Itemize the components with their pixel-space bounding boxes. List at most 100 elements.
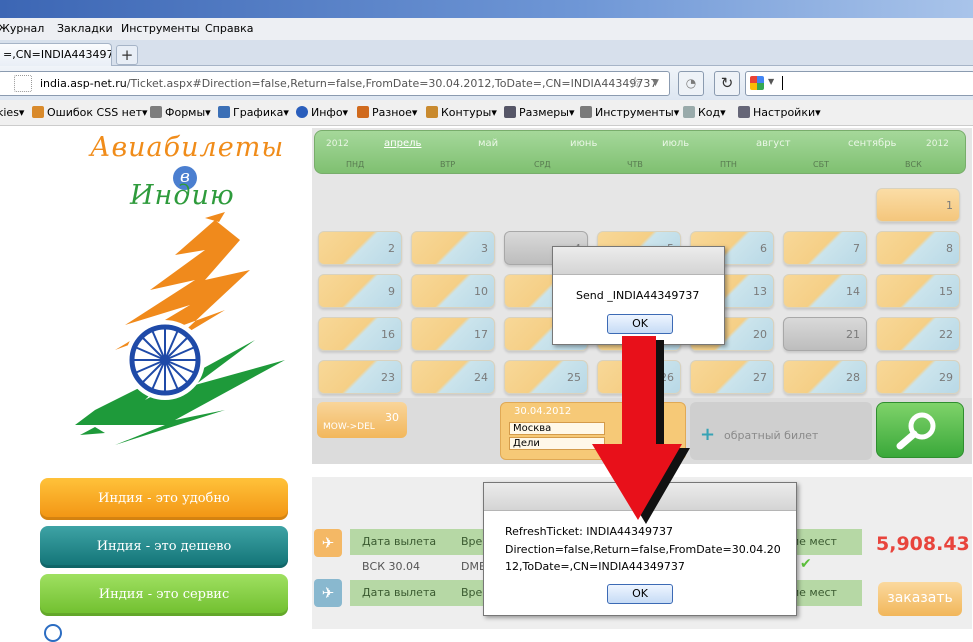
calendar-day[interactable]: 10 — [411, 274, 495, 308]
month-july[interactable]: июль — [662, 138, 689, 149]
menu-journal[interactable]: Журнал — [0, 22, 44, 35]
dev-css-label: Ошибок CSS нет▾ — [47, 106, 148, 119]
address-text[interactable]: india.asp-net.ru/Ticket.aspx#Direction=f… — [40, 77, 657, 90]
dev-sizes[interactable]: Размеры▾ — [504, 106, 574, 119]
dev-misc-label: Разное▾ — [372, 106, 418, 119]
google-icon[interactable] — [750, 76, 764, 90]
bookmark-star-icon[interactable]: ☆ — [628, 73, 642, 92]
dev-code[interactable]: Код▾ — [683, 106, 726, 119]
dev-misc[interactable]: Разное▾ — [357, 106, 417, 119]
seats-header: ие мест — [788, 529, 862, 555]
time-header: Вре — [450, 529, 485, 555]
month-june[interactable]: июнь — [570, 138, 597, 149]
ruler-icon — [504, 106, 516, 118]
misc-icon — [357, 106, 369, 118]
dev-cookies[interactable]: kies▾ — [0, 106, 24, 119]
calendar-day[interactable]: 22 — [876, 317, 960, 351]
plane-return-icon: ✈ — [314, 579, 342, 607]
india-flag-logo-icon — [75, 212, 285, 445]
dev-tools[interactable]: Инструменты▾ — [580, 106, 679, 119]
pencil-icon — [426, 106, 438, 118]
dev-forms[interactable]: Формы▾ — [150, 106, 211, 119]
month-may[interactable]: май — [478, 138, 498, 149]
tab-bar — [0, 40, 973, 66]
weekday-mon: ПНД — [346, 160, 365, 169]
forms-icon — [150, 106, 162, 118]
wrench-icon — [580, 106, 592, 118]
weekday-thu: ЧТВ — [627, 160, 643, 169]
circle-icon — [44, 624, 62, 642]
search-engine-dropdown-icon[interactable]: ▼ — [768, 77, 774, 86]
menu-help[interactable]: Справка — [205, 22, 253, 35]
dev-outlines[interactable]: Контуры▾ — [426, 106, 497, 119]
check-icon: ✔ — [800, 556, 812, 572]
month-august[interactable]: август — [756, 138, 791, 149]
text-cursor — [782, 76, 783, 90]
dev-graphics[interactable]: Графика▾ — [218, 106, 289, 119]
dialog-send-message: Send _INDIA44349737 — [576, 289, 700, 302]
code-icon — [683, 106, 695, 118]
magnifier-icon — [896, 412, 936, 450]
dialog-refresh-ok-button[interactable]: OK — [607, 584, 673, 604]
year-left: 2012 — [326, 139, 349, 149]
dev-outlines-label: Контуры▾ — [441, 106, 497, 119]
calendar-day[interactable]: 21 — [783, 317, 867, 351]
calendar-day[interactable]: 9 — [318, 274, 402, 308]
calendar-day[interactable]: 2 — [318, 231, 402, 265]
calendar-day[interactable]: 17 — [411, 317, 495, 351]
calendar-day[interactable]: 3 — [411, 231, 495, 265]
calendar-day[interactable]: 23 — [318, 360, 402, 394]
order-button[interactable]: заказать — [878, 582, 962, 616]
dev-css-errors[interactable]: Ошибок CSS нет▾ — [32, 106, 148, 119]
menu-bookmarks[interactable]: Закладки — [57, 22, 113, 35]
red-down-arrow-icon — [592, 336, 690, 524]
weekday-sat: СБТ — [813, 160, 829, 169]
dev-info[interactable]: Инфо▾ — [296, 106, 348, 119]
india-service-button[interactable]: Индия - это сервис — [40, 574, 288, 616]
india-convenient-button[interactable]: Индия - это удобно — [40, 478, 288, 520]
calendar-day[interactable]: 7 — [783, 231, 867, 265]
calendar-day[interactable]: 25 — [504, 360, 588, 394]
window-title-bar — [0, 0, 973, 18]
india-cheap-button[interactable]: Индия - это дешево — [40, 526, 288, 568]
month-april[interactable]: апрель — [384, 138, 421, 149]
dialog-refresh-line3: 12,ToDate=,CN=INDIA44349737 — [505, 560, 685, 573]
dev-graphics-label: Графика▾ — [233, 106, 289, 119]
rss-feed-icon[interactable]: ◔ — [678, 71, 704, 96]
dialog-send-ok-button[interactable]: OK — [607, 314, 673, 334]
calendar-day[interactable]: 15 — [876, 274, 960, 308]
calendar-day[interactable]: 28 — [783, 360, 867, 394]
menu-bar: Журнал Закладки Инструменты Справка — [0, 18, 973, 40]
address-host: india.asp-net.ru — [40, 77, 127, 90]
weekday-sun: ВСК — [905, 160, 922, 169]
month-september[interactable]: сентябрь — [848, 138, 896, 149]
flight-date: ВСК 30.04 — [362, 560, 421, 573]
url-dropdown-icon[interactable]: ▼ — [652, 78, 659, 88]
weekday-fri: ПТН — [720, 160, 737, 169]
calendar-day[interactable]: 14 — [783, 274, 867, 308]
pencil-icon — [32, 106, 44, 118]
dev-settings[interactable]: Настройки▾ — [738, 106, 821, 119]
dialog-title-bar — [553, 247, 724, 275]
calendar-day[interactable]: 1 — [876, 188, 960, 222]
tab-active[interactable]: =,CN=INDIA44349737 — [0, 43, 112, 67]
info-icon — [296, 106, 308, 118]
new-tab-button[interactable]: + — [116, 45, 138, 65]
logo-subtitle: Индию — [130, 180, 235, 211]
route-code: MOW->DEL — [323, 422, 375, 432]
search-input[interactable] — [745, 71, 973, 96]
dev-code-label: Код▾ — [698, 106, 726, 119]
calendar-day[interactable]: 8 — [876, 231, 960, 265]
selected-date: 30.04.2012 — [514, 406, 572, 417]
reload-button[interactable]: ↻ — [714, 71, 740, 96]
weekday-tue: ВТР — [440, 160, 456, 169]
dev-forms-label: Формы▾ — [165, 106, 211, 119]
calendar-day[interactable]: 16 — [318, 317, 402, 351]
dev-tools-label: Инструменты▾ — [595, 106, 680, 119]
site-identity-icon[interactable] — [14, 75, 32, 92]
menu-tools[interactable]: Инструменты — [121, 22, 200, 35]
calendar-day[interactable]: 29 — [876, 360, 960, 394]
route-day: 30 — [385, 411, 399, 424]
calendar-day[interactable]: 24 — [411, 360, 495, 394]
address-path: /Ticket.aspx#Direction=false,Return=fals… — [126, 77, 658, 90]
